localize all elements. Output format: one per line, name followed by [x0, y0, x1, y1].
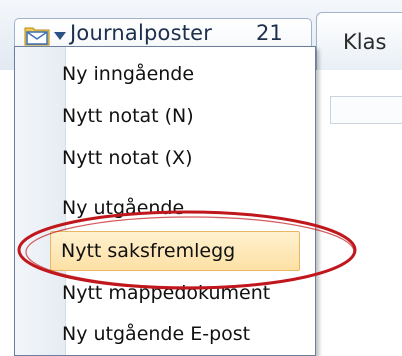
tab-klas[interactable]: Klas: [316, 12, 402, 70]
menu-item-ny-inngaende[interactable]: Ny inngående: [52, 54, 298, 94]
tab-klas-label: Klas: [343, 30, 387, 54]
menu-item-ny-utgaende-epost[interactable]: Ny utgående E-post: [52, 314, 298, 354]
menu-item-nytt-notat-x[interactable]: Nytt notat (X): [52, 138, 298, 178]
menu-item-nytt-mappedokument[interactable]: Nytt mappedokument: [52, 273, 298, 313]
menu-item-label: Nytt saksfremlegg: [61, 240, 236, 262]
menu-item-ny-utgaende[interactable]: Ny utgående: [52, 188, 298, 228]
menu-item-nytt-notat-n[interactable]: Nytt notat (N): [52, 96, 298, 136]
tab-title: Journalposter: [70, 21, 213, 45]
menu-item-nytt-saksfremlegg[interactable]: Nytt saksfremlegg: [50, 231, 300, 271]
folder-icon: [24, 27, 50, 46]
menu-item-label: Nytt notat (N): [62, 105, 194, 127]
menu-item-label: Ny utgående: [62, 197, 185, 219]
chevron-down-icon[interactable]: [54, 32, 66, 40]
menu-item-label: Ny inngående: [62, 63, 195, 85]
menu-item-label: Nytt mappedokument: [62, 282, 271, 304]
tab-count-badge: 21: [256, 21, 283, 45]
menu-item-label: Nytt notat (X): [62, 147, 193, 169]
menu-item-label: Ny utgående E-post: [62, 323, 251, 345]
background-field: [330, 96, 402, 124]
